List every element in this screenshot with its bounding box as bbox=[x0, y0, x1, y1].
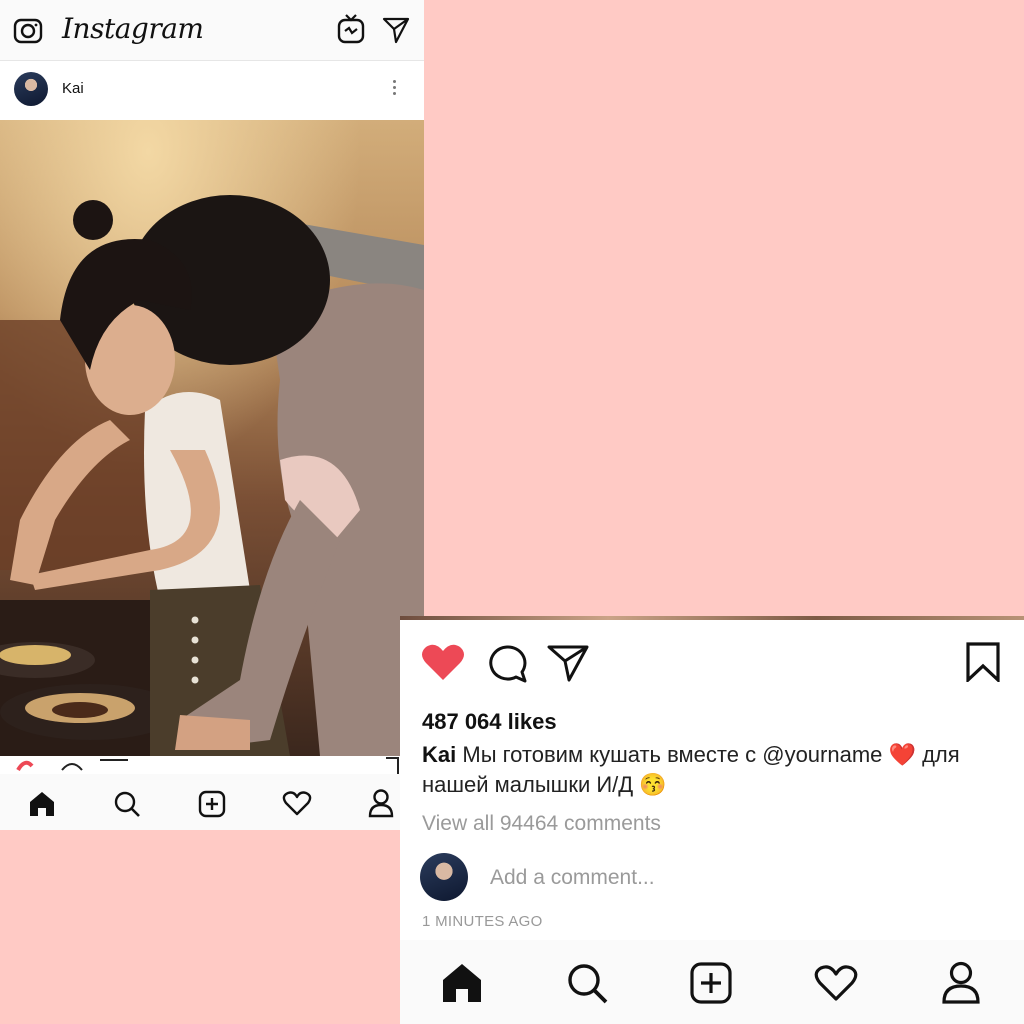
commenter-avatar bbox=[420, 853, 468, 901]
post-username[interactable]: Kai bbox=[62, 80, 84, 97]
activity-icon[interactable] bbox=[814, 964, 858, 1002]
new-post-icon[interactable] bbox=[198, 790, 226, 818]
comment-icon[interactable] bbox=[486, 644, 528, 684]
feed-screen: Instagram Kai bbox=[0, 0, 424, 830]
app-logo: Instagram bbox=[62, 12, 204, 45]
kissing-face-emoji: 😚 bbox=[639, 772, 667, 797]
direct-icon[interactable] bbox=[382, 16, 410, 44]
action-bar-partial bbox=[0, 756, 424, 774]
like-heart-icon[interactable] bbox=[420, 642, 466, 682]
red-heart-emoji: ❤️ bbox=[888, 742, 916, 767]
photo-edge bbox=[400, 616, 1024, 620]
home-icon[interactable] bbox=[441, 962, 483, 1002]
caption-text-1: Мы готовим кушать вместе с bbox=[462, 742, 757, 767]
likes-count[interactable]: 487 064 likes bbox=[422, 709, 557, 735]
avatar[interactable] bbox=[14, 72, 48, 106]
post-detail-screen: 487 064 likes Kai Мы готовим кушать вмес… bbox=[400, 616, 1024, 1024]
bookmark-icon[interactable] bbox=[965, 642, 1001, 682]
action-icons-partial bbox=[16, 757, 399, 774]
view-all-comments-link[interactable]: View all 94464 comments bbox=[422, 812, 661, 836]
top-bar: Instagram bbox=[0, 0, 424, 61]
new-post-icon[interactable] bbox=[690, 962, 732, 1004]
profile-icon[interactable] bbox=[941, 960, 981, 1004]
bottom-nav-small bbox=[0, 774, 424, 830]
share-icon[interactable] bbox=[547, 644, 589, 682]
post-caption: Kai Мы готовим кушать вместе с @yourname… bbox=[422, 740, 1020, 800]
activity-icon[interactable] bbox=[282, 790, 312, 816]
post-photo[interactable] bbox=[0, 120, 424, 756]
camera-icon[interactable] bbox=[13, 16, 43, 44]
more-options-icon[interactable] bbox=[392, 80, 398, 100]
search-icon[interactable] bbox=[566, 962, 608, 1004]
search-icon[interactable] bbox=[113, 790, 141, 818]
caption-username[interactable]: Kai bbox=[422, 742, 456, 767]
bottom-nav-large bbox=[400, 940, 1024, 1024]
home-icon[interactable] bbox=[28, 790, 56, 816]
add-comment-input[interactable]: Add a comment... bbox=[490, 866, 655, 890]
post-photo-art bbox=[0, 120, 424, 756]
igtv-icon[interactable] bbox=[337, 13, 365, 45]
profile-icon[interactable] bbox=[368, 788, 394, 818]
post-timestamp: 1 MINUTES AGO bbox=[422, 913, 543, 930]
caption-mention[interactable]: @yourname bbox=[762, 742, 882, 767]
